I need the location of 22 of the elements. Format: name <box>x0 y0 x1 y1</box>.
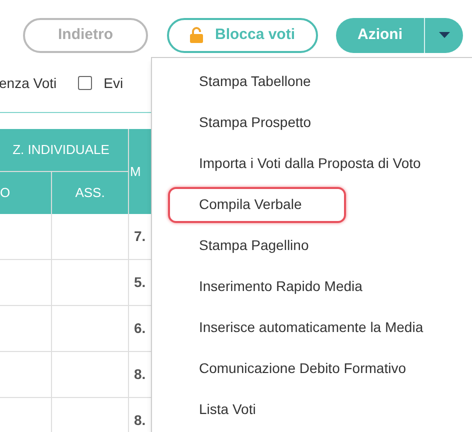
column-header: O <box>0 184 10 202</box>
menu-item[interactable]: Compila Verbale <box>168 186 346 222</box>
caret-icon <box>438 32 450 38</box>
padlock-icon <box>190 27 203 43</box>
grade-value: 7. <box>134 227 146 246</box>
column-header: M <box>129 162 142 181</box>
menu-item[interactable]: Lista Voti <box>168 392 270 428</box>
grade-value: 6. <box>134 319 146 338</box>
grade-value: 8. <box>134 365 146 384</box>
checkbox[interactable] <box>78 76 92 90</box>
menu-item[interactable]: Stampa Pagellino <box>168 228 323 264</box>
grade-value: 8. <box>134 411 146 430</box>
menu-item[interactable]: Comunicazione Debito Formativo <box>168 350 420 386</box>
grade-value: 5. <box>134 273 146 292</box>
menu-item[interactable]: Stampa Prospetto <box>168 104 326 140</box>
menu-item[interactable]: Inserisce automaticamente la Media <box>168 310 438 346</box>
menu-item[interactable]: Inserimento Rapido Media <box>168 268 376 304</box>
column-group-header: Z. INDIVIDUALE <box>0 129 128 172</box>
menu-item[interactable]: Stampa Tabellone <box>168 64 325 100</box>
column-header: ASS. <box>75 184 105 202</box>
checkbox-label: Evi <box>104 74 124 92</box>
menu-item[interactable]: Importa i Voti dalla Proposta di Voto <box>168 146 435 182</box>
